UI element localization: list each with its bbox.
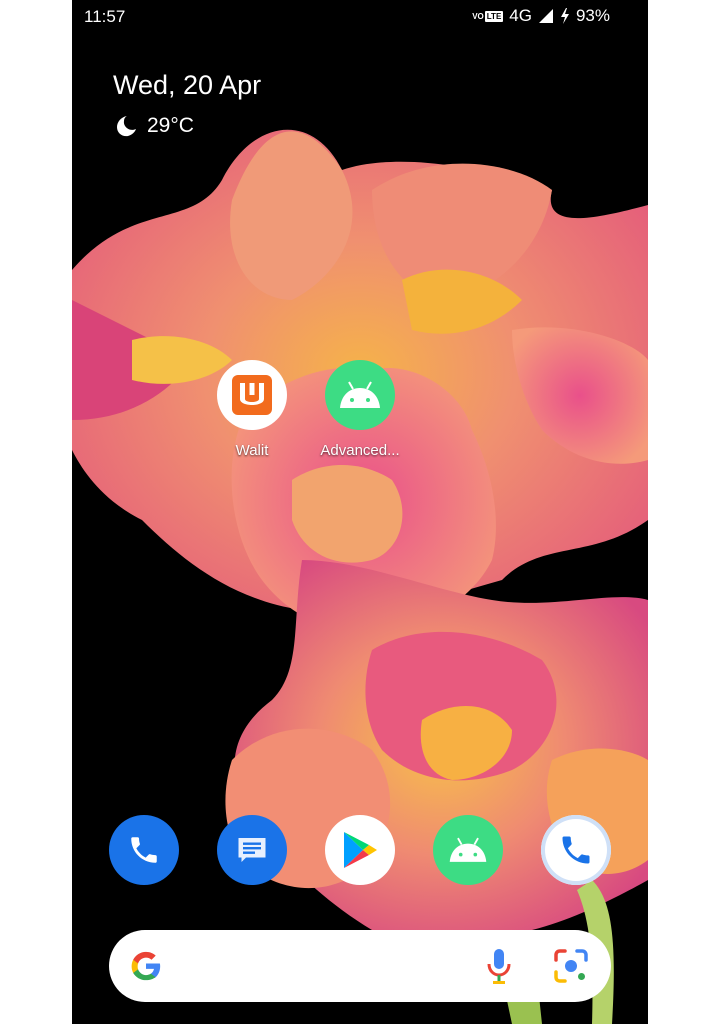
message-icon — [238, 838, 266, 862]
charging-bolt-icon — [560, 8, 569, 24]
app-label: Walit — [235, 442, 269, 459]
date-widget[interactable]: Wed, 20 Apr — [113, 70, 261, 101]
status-icons: VO LTE 4G 93% — [471, 6, 610, 26]
volte-lte-label: LTE — [484, 10, 504, 22]
app-advanced[interactable]: Advanced... — [305, 360, 415, 459]
volte-icon: VO LTE — [471, 10, 504, 22]
phone-icon — [131, 837, 157, 863]
app-label: Advanced... — [320, 442, 400, 459]
dock-phone-alt-button[interactable] — [541, 815, 611, 885]
temperature-label: 29°C — [147, 114, 194, 137]
android-icon — [340, 381, 380, 408]
status-bar: 11:57 VO LTE 4G 93% — [72, 0, 648, 34]
play-store-icon — [344, 832, 377, 868]
phone-icon — [562, 836, 590, 864]
advanced-app-icon[interactable] — [325, 360, 395, 430]
status-time: 11:57 — [84, 7, 126, 26]
network-type: 4G — [509, 6, 532, 25]
app-walit[interactable]: Walit — [197, 360, 307, 459]
weather-widget[interactable]: 29°C — [113, 114, 194, 138]
dock-android-app-button[interactable] — [433, 815, 503, 885]
walit-logo-icon — [232, 375, 272, 415]
home-screen: 11:57 VO LTE 4G 93% Wed, 20 Apr 29°C Wal… — [72, 0, 648, 1024]
walit-app-icon[interactable] — [217, 360, 287, 430]
volte-vo-label: VO — [472, 11, 484, 21]
battery-percentage: 93% — [575, 6, 610, 25]
mic-icon[interactable] — [485, 947, 513, 985]
dock-phone-button[interactable] — [109, 815, 179, 885]
moon-icon — [117, 116, 136, 137]
dock-messages-button[interactable] — [217, 815, 287, 885]
google-search-bar[interactable] — [109, 930, 611, 1002]
signal-icon — [538, 9, 553, 23]
google-g-icon — [131, 951, 161, 981]
lens-icon[interactable] — [553, 948, 589, 984]
android-icon — [449, 837, 487, 862]
dock-play-store-button[interactable] — [325, 815, 395, 885]
